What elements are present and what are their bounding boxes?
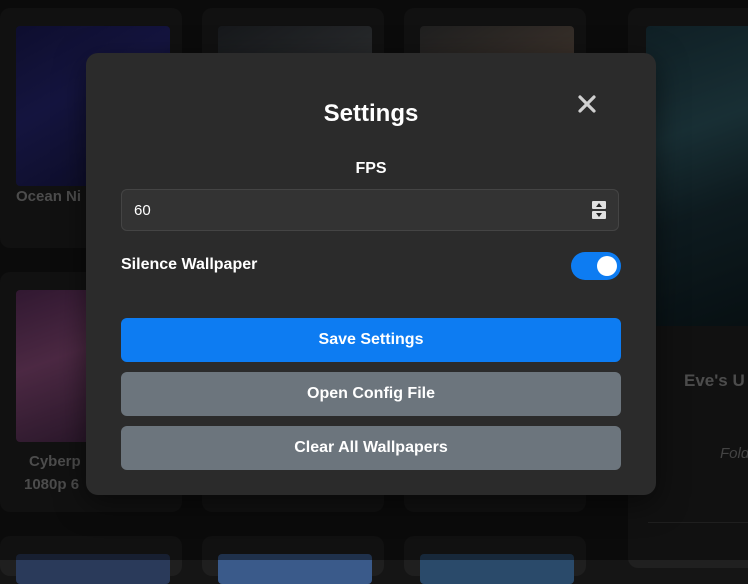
fps-label: FPS xyxy=(355,160,387,177)
close-icon xyxy=(578,95,596,113)
close-button[interactable] xyxy=(574,91,600,117)
open-config-file-button[interactable]: Open Config File xyxy=(121,372,621,416)
save-settings-button[interactable]: Save Settings xyxy=(121,318,621,362)
fps-stepper[interactable] xyxy=(592,201,606,219)
fps-field xyxy=(121,189,619,231)
fps-input[interactable] xyxy=(122,190,606,230)
silence-wallpaper-label: Silence Wallpaper xyxy=(121,256,258,273)
stepper-up-icon[interactable] xyxy=(592,201,606,209)
silence-wallpaper-toggle[interactable] xyxy=(571,252,621,280)
stepper-down-icon[interactable] xyxy=(592,211,606,219)
settings-modal: Settings FPS Silence Wallpaper Save Sett… xyxy=(86,53,656,495)
toggle-knob xyxy=(597,256,617,276)
clear-all-wallpapers-button[interactable]: Clear All Wallpapers xyxy=(121,426,621,470)
modal-title: Settings xyxy=(323,100,419,127)
